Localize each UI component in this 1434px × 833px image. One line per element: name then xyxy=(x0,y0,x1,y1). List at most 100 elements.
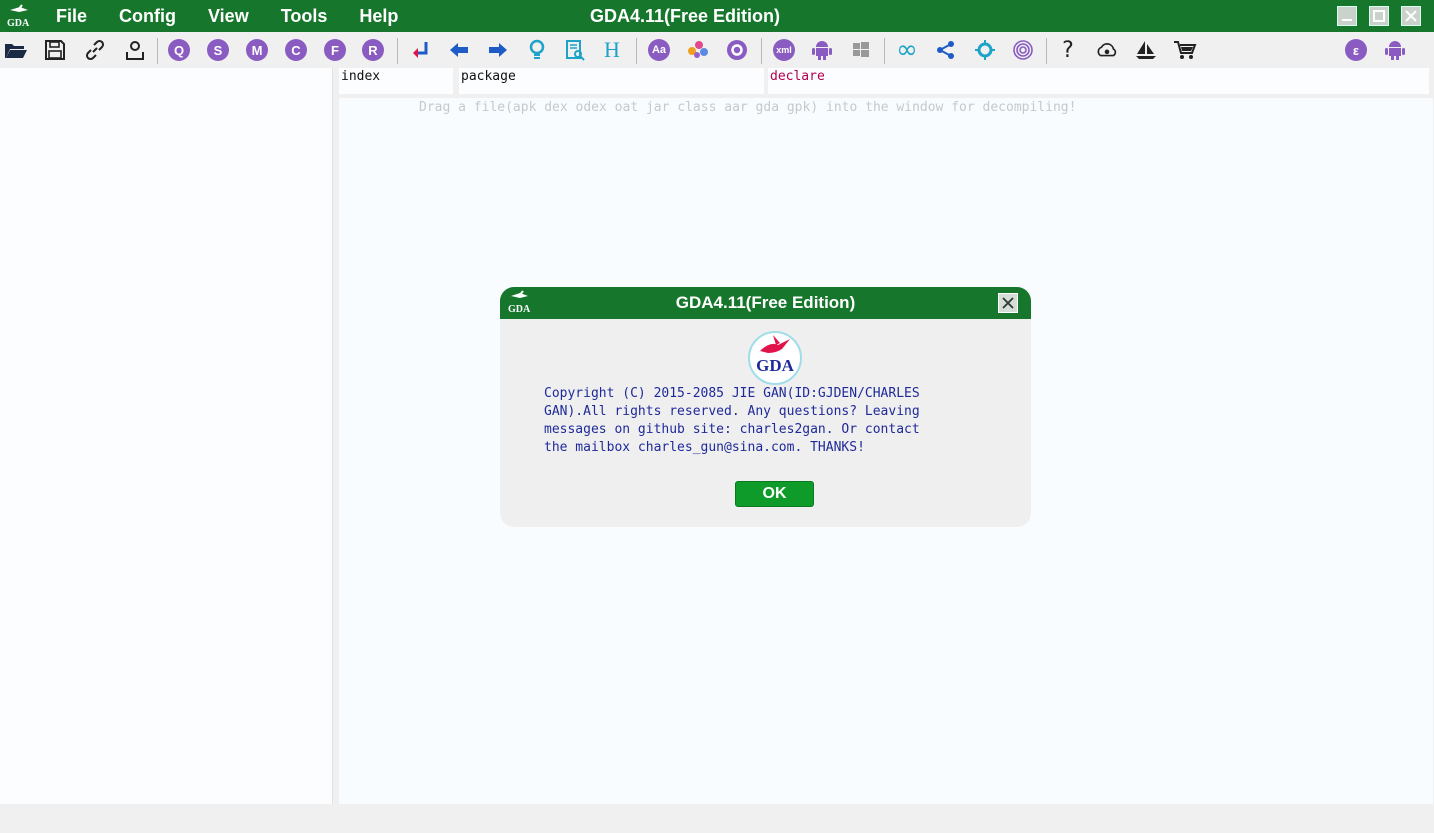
back-button[interactable] xyxy=(447,38,471,62)
strings-button[interactable]: Aa xyxy=(647,38,671,62)
fingerprint-icon xyxy=(1013,40,1033,60)
windows-logo-icon xyxy=(853,42,869,57)
android-icon xyxy=(1385,41,1405,60)
column-header-declare[interactable]: declare xyxy=(768,68,1429,94)
search-r-button[interactable]: R xyxy=(361,38,385,62)
return-arrow-icon xyxy=(413,42,428,58)
column-header-package[interactable]: package xyxy=(459,68,764,94)
xml-button[interactable]: xml xyxy=(772,38,796,62)
menu-view[interactable]: View xyxy=(192,0,265,32)
aa-circle-icon: Aa xyxy=(648,39,670,61)
search-f-button[interactable]: F xyxy=(323,38,347,62)
search-m-button[interactable]: M xyxy=(245,38,269,62)
boat-button[interactable] xyxy=(1134,38,1158,62)
user-box-icon xyxy=(126,41,144,60)
menu-file[interactable]: File xyxy=(40,0,103,32)
sailboat-icon xyxy=(1136,41,1156,59)
toolbar-separator xyxy=(1046,38,1047,64)
r-circle-icon: R xyxy=(362,39,384,61)
search-doc-button[interactable] xyxy=(563,38,587,62)
emblem-text: GDA xyxy=(756,356,795,375)
infinity-icon: ∞ xyxy=(896,35,918,65)
link-icon xyxy=(85,39,105,61)
fingerprint-button[interactable] xyxy=(1011,38,1035,62)
toolbar: Q S M C F R H Aa xml ∞ ? ε xyxy=(0,32,1434,68)
help-button[interactable]: ? xyxy=(1056,38,1080,63)
header-button[interactable]: H xyxy=(600,37,624,62)
dialog-title-bar: GDA GDA4.11(Free Edition) xyxy=(500,287,1031,319)
message-line: messages on github site: charles2gan. Or… xyxy=(544,422,920,437)
toolbar-separator xyxy=(157,38,158,64)
cloud-button[interactable] xyxy=(1095,38,1119,62)
sun-ring-icon xyxy=(975,40,995,60)
cart-button[interactable] xyxy=(1173,38,1197,62)
epsilon-button[interactable]: ε xyxy=(1344,38,1368,62)
share-button[interactable] xyxy=(934,38,958,62)
arrow-right-icon xyxy=(489,43,507,57)
link-button[interactable] xyxy=(83,38,107,62)
toolbar-separator xyxy=(761,38,762,64)
open-folder-button[interactable] xyxy=(4,38,28,62)
close-icon xyxy=(1405,10,1417,22)
graph-button[interactable] xyxy=(686,38,710,62)
settings-button[interactable] xyxy=(725,38,749,62)
menu-tools[interactable]: Tools xyxy=(265,0,344,32)
save-icon xyxy=(45,40,65,60)
gear-circle-icon xyxy=(727,40,747,60)
user-button[interactable] xyxy=(123,38,147,62)
folder-open-icon xyxy=(5,44,27,58)
h-letter-icon: H xyxy=(604,37,620,62)
toolbar-separator xyxy=(397,38,398,64)
maximize-button[interactable] xyxy=(1369,6,1389,26)
message-line: Copyright (C) 2015-2085 JIE GAN(ID:GJDEN… xyxy=(544,386,920,401)
dialog-title: GDA4.11(Free Edition) xyxy=(675,293,856,312)
hint-button[interactable] xyxy=(525,38,549,62)
search-c-button[interactable]: C xyxy=(284,38,308,62)
sun-button[interactable] xyxy=(973,38,997,62)
status-bar xyxy=(0,804,1434,833)
column-header-index[interactable]: index xyxy=(339,68,453,94)
dialog-message: Copyright (C) 2015-2085 JIE GAN(ID:GJDEN… xyxy=(544,385,984,457)
epsilon-circle-icon: ε xyxy=(1345,39,1367,61)
nodes-icon xyxy=(937,41,954,59)
drop-hint-text: Drag a file(apk dex odex oat jar class a… xyxy=(419,100,1077,115)
search-s-button[interactable]: S xyxy=(206,38,230,62)
menu-config[interactable]: Config xyxy=(103,0,192,32)
windows-button[interactable] xyxy=(849,38,873,62)
ok-button[interactable]: OK xyxy=(735,481,814,507)
loop-button[interactable]: ∞ xyxy=(895,35,919,65)
android-icon xyxy=(812,41,832,60)
f-circle-icon: F xyxy=(324,39,346,61)
message-line: the mailbox charles_gun@sina.com. THANKS… xyxy=(544,440,865,455)
menu-help[interactable]: Help xyxy=(343,0,414,32)
minimize-button[interactable] xyxy=(1337,6,1357,26)
cart-icon xyxy=(1174,41,1197,59)
close-icon xyxy=(1002,297,1014,309)
arrow-left-icon xyxy=(450,43,468,57)
about-dialog: GDA GDA4.11(Free Edition) GDA Copyright … xyxy=(500,287,1031,527)
c-circle-icon: C xyxy=(285,39,307,61)
maximize-icon xyxy=(1373,10,1385,22)
toolbar-separator xyxy=(884,38,885,64)
android-button[interactable] xyxy=(810,38,834,62)
xml-circle-icon: xml xyxy=(773,39,795,61)
goto-button[interactable] xyxy=(408,38,432,62)
gda-logo-icon: GDA xyxy=(7,4,30,28)
toolbar-separator xyxy=(636,38,637,64)
class-tree-pane[interactable] xyxy=(0,68,333,804)
android-alt-button[interactable] xyxy=(1383,38,1407,62)
search-q-button[interactable]: Q xyxy=(167,38,191,62)
close-button[interactable] xyxy=(1401,6,1421,26)
gda-emblem-icon: GDA xyxy=(748,331,802,385)
cloud-eye-icon xyxy=(1097,43,1117,57)
dialog-close-button[interactable] xyxy=(998,293,1018,313)
title-bar: GDA File Config View Tools Help GDA4.11(… xyxy=(0,0,1434,32)
minimize-icon xyxy=(1342,19,1352,21)
svg-text:GDA: GDA xyxy=(7,18,30,28)
lightbulb-icon xyxy=(529,39,545,59)
m-circle-icon: M xyxy=(246,39,268,61)
forward-button[interactable] xyxy=(486,38,510,62)
message-line: GAN).All rights reserved. Any questions?… xyxy=(544,404,920,419)
save-button[interactable] xyxy=(43,38,67,62)
document-search-icon xyxy=(566,40,585,61)
